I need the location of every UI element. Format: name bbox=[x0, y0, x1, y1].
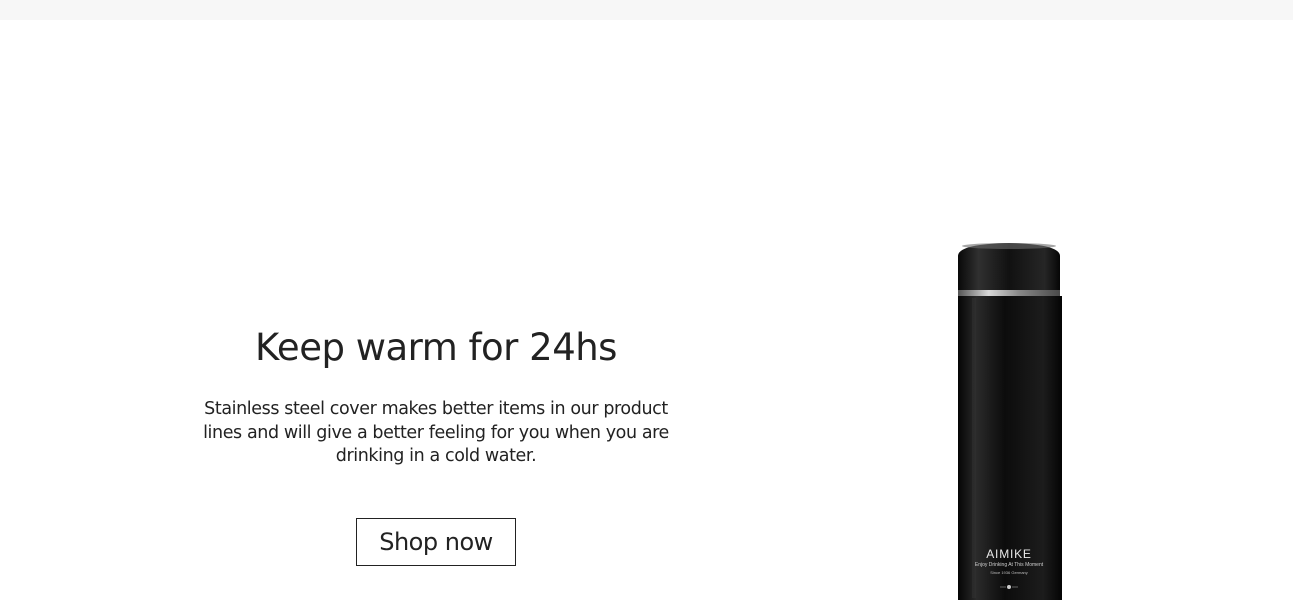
bottle-emblem bbox=[1007, 585, 1011, 589]
bottle-ring bbox=[958, 290, 1060, 296]
top-bar bbox=[0, 0, 1293, 20]
page: Keep warm for 24hs Stainless steel cover… bbox=[0, 0, 1293, 600]
cap-top-highlight bbox=[962, 243, 1056, 249]
product-image: AIMIKE Enjoy Drinking At This Moment Sin… bbox=[950, 238, 1068, 600]
product-subline: Since 1936 Germany bbox=[990, 570, 1028, 575]
thermos-bottle-image bbox=[958, 243, 1062, 600]
promo-section: Keep warm for 24hs Stainless steel cover… bbox=[200, 320, 672, 566]
promo-headline: Keep warm for 24hs bbox=[255, 326, 617, 369]
shop-now-button[interactable]: Shop now bbox=[356, 517, 516, 566]
promo-description: Stainless steel cover makes better items… bbox=[203, 399, 669, 466]
product-tagline: Enjoy Drinking At This Moment bbox=[974, 562, 1044, 568]
product-brand: AIMIKE bbox=[986, 547, 1032, 561]
bottle-cap bbox=[958, 243, 1060, 290]
